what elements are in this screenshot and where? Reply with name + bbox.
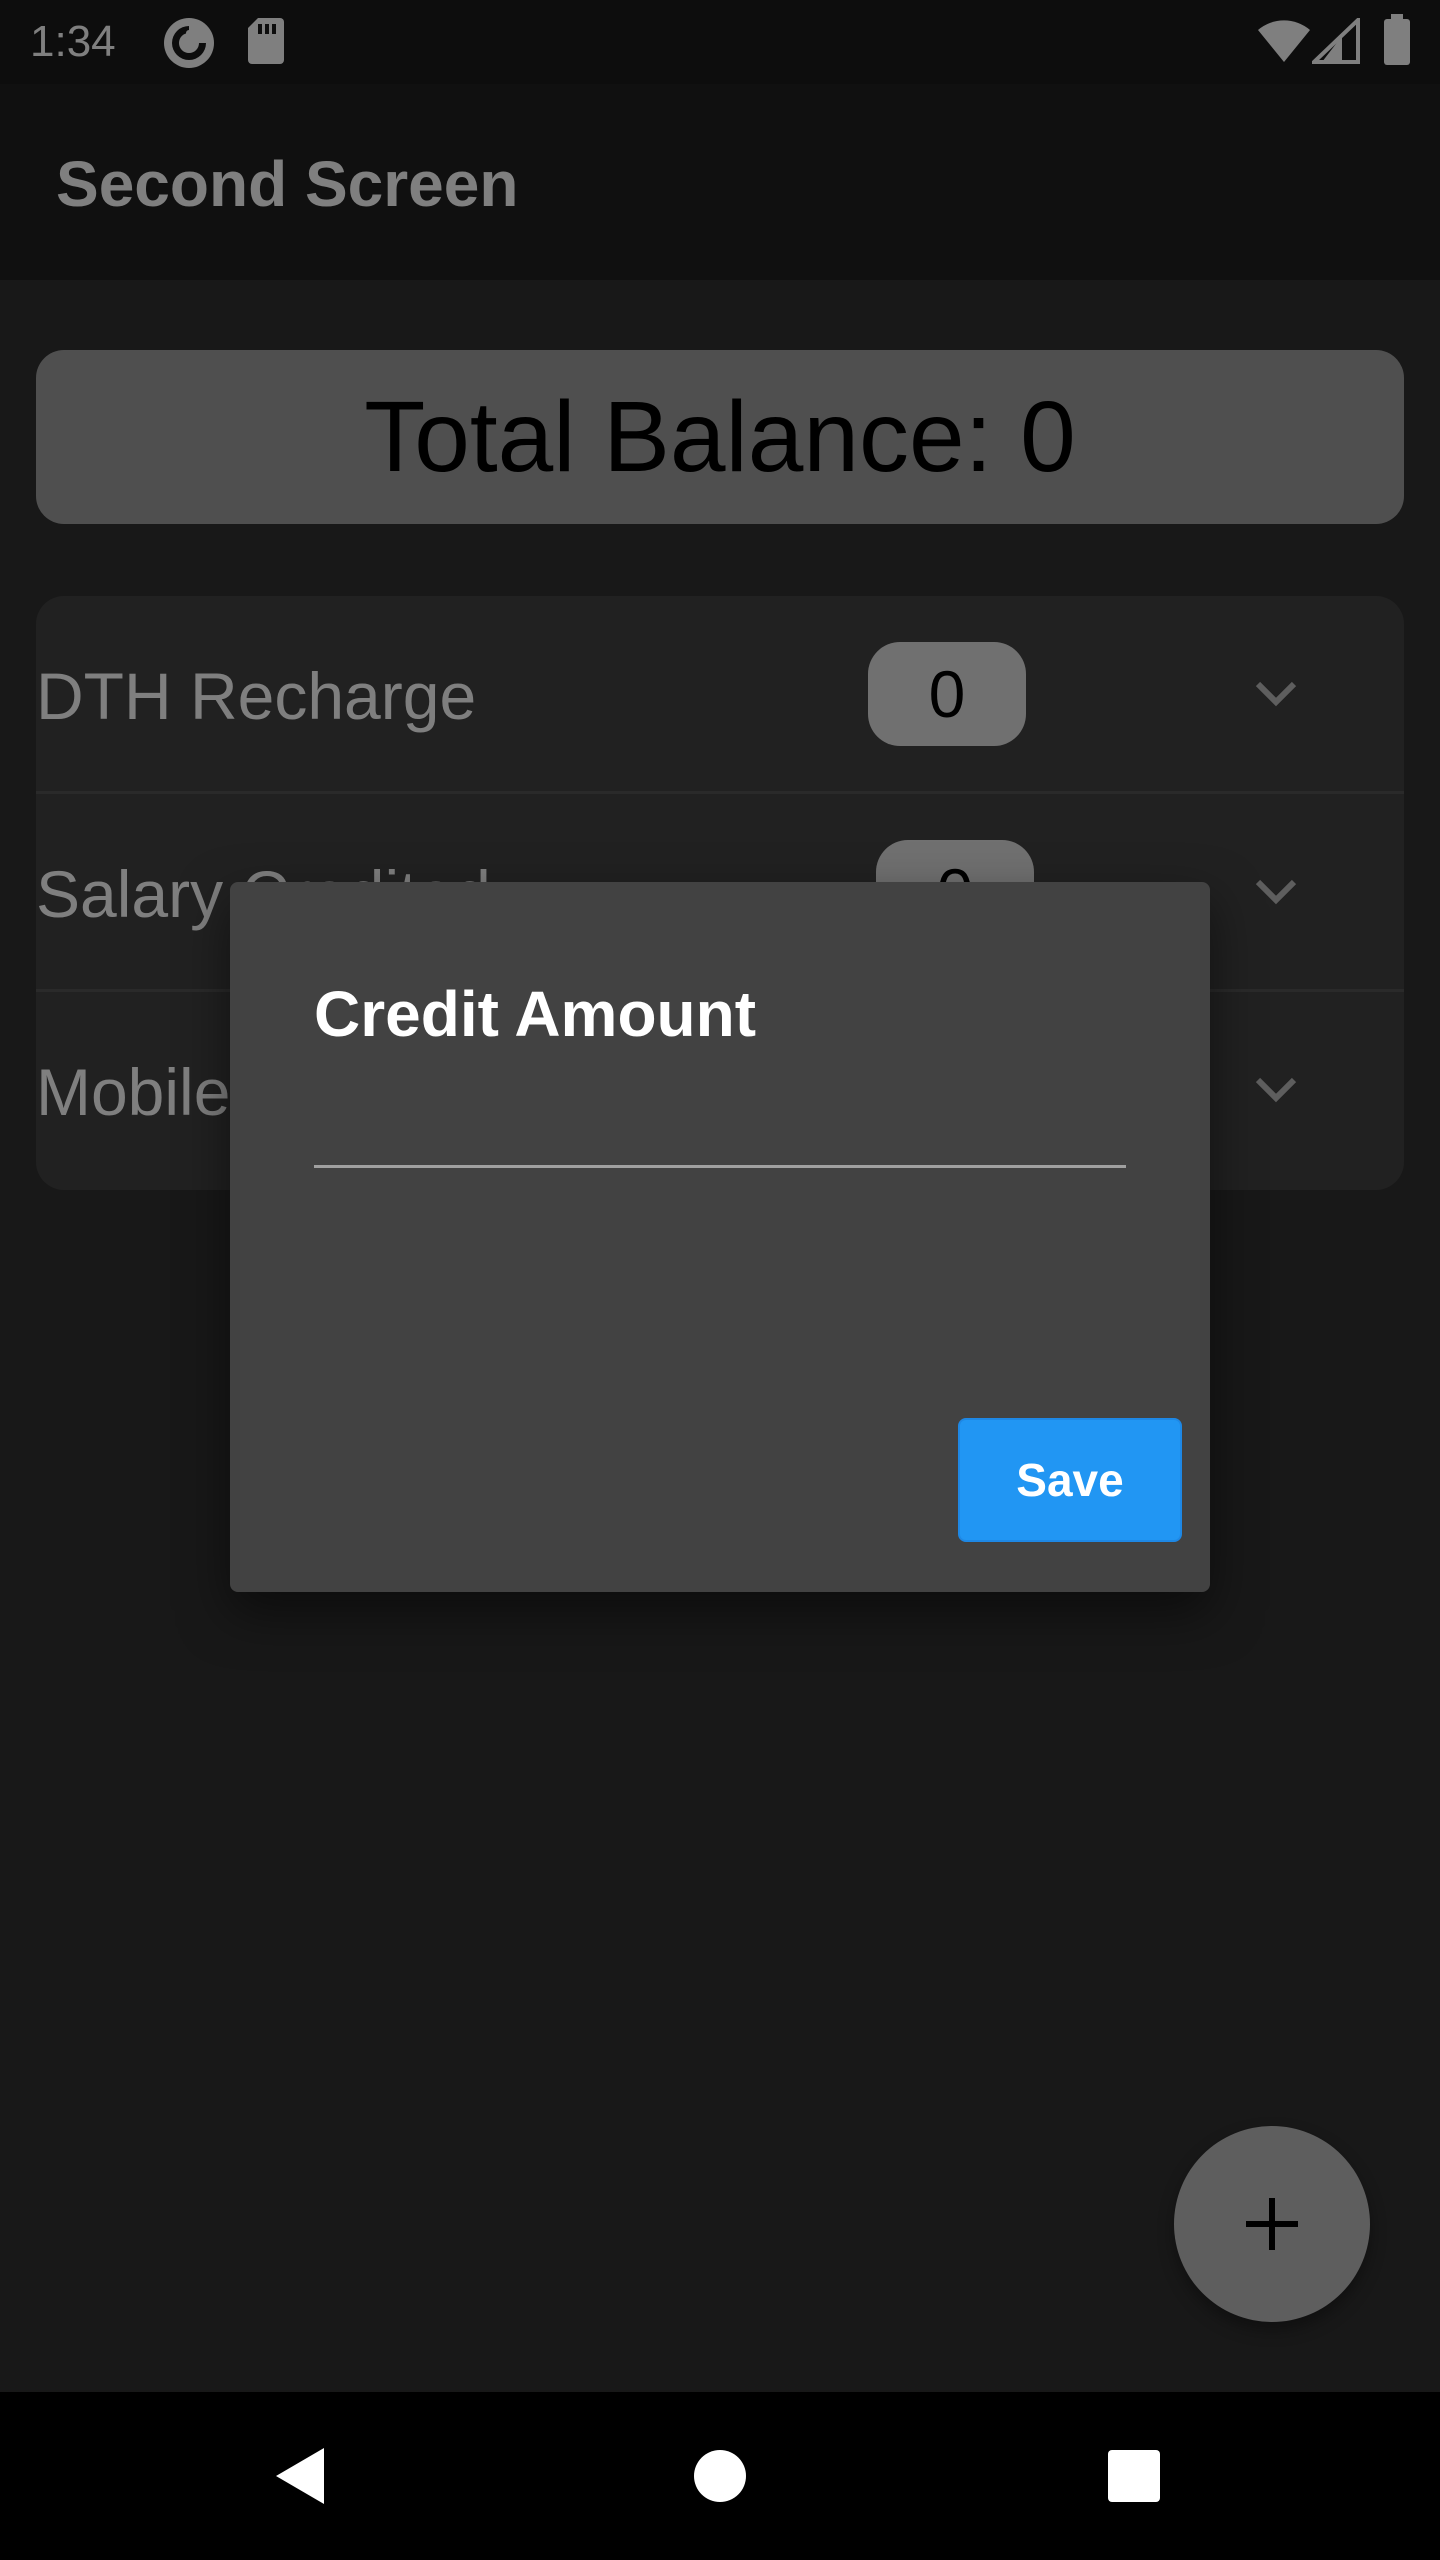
recents-icon[interactable]	[1094, 2436, 1174, 2516]
save-button[interactable]: Save	[958, 1418, 1182, 1542]
dialog-title: Credit Amount	[314, 978, 757, 1050]
back-icon[interactable]	[260, 2436, 340, 2516]
screen: 1:34	[0, 0, 1440, 2560]
amount-input[interactable]	[314, 1058, 1126, 1168]
navigation-bar	[0, 2392, 1440, 2560]
credit-amount-dialog: Credit Amount Save	[230, 882, 1210, 1592]
home-icon[interactable]	[680, 2436, 760, 2516]
